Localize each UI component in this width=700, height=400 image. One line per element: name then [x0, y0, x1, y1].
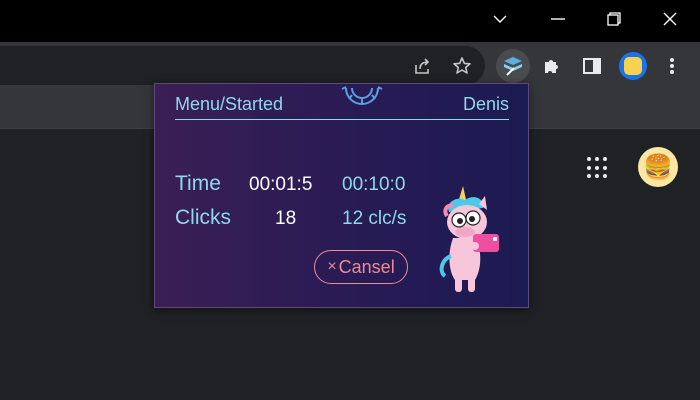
puzzle-icon[interactable] [535, 49, 569, 83]
burger-icon: 🍔 [643, 153, 673, 181]
restore-icon[interactable] [586, 0, 642, 38]
apps-grid-icon[interactable] [587, 157, 609, 179]
time-label: Time [175, 172, 221, 195]
cancel-button-label: Cansel [338, 256, 395, 277]
clicks-value: 18 [275, 208, 297, 229]
profile-image [624, 57, 642, 75]
account-avatar[interactable]: 🍔 [638, 147, 678, 187]
minimize-icon[interactable] [530, 0, 586, 38]
unicorn-mascot-image [439, 186, 499, 292]
popup-header: Menu/Started Denis [175, 86, 509, 120]
cancel-button[interactable]: × Cansel [314, 250, 408, 284]
clicks-label: Clicks [175, 206, 231, 229]
side-panel-icon[interactable] [575, 49, 609, 83]
clicks-rate: 12 clc/s [342, 208, 407, 229]
more-vert-icon[interactable] [655, 49, 689, 83]
close-x-icon: × [327, 258, 337, 275]
username[interactable]: Denis [463, 94, 509, 115]
chevron-down-icon[interactable] [472, 0, 528, 38]
gear-icon[interactable] [340, 84, 384, 114]
share-icon[interactable] [405, 49, 439, 83]
breadcrumb[interactable]: Menu/Started [175, 94, 283, 115]
star-icon[interactable] [445, 49, 479, 83]
time-limit: 00:10:0 [342, 174, 406, 195]
window-titlebar [0, 0, 700, 42]
time-value: 00:01:5 [249, 174, 313, 195]
extension-popup: Menu/Started Denis Time 00:01:5 00:10:0 … [154, 83, 529, 308]
extension-icon[interactable] [496, 49, 530, 83]
profile-avatar[interactable] [619, 52, 647, 80]
close-icon[interactable] [642, 0, 698, 38]
